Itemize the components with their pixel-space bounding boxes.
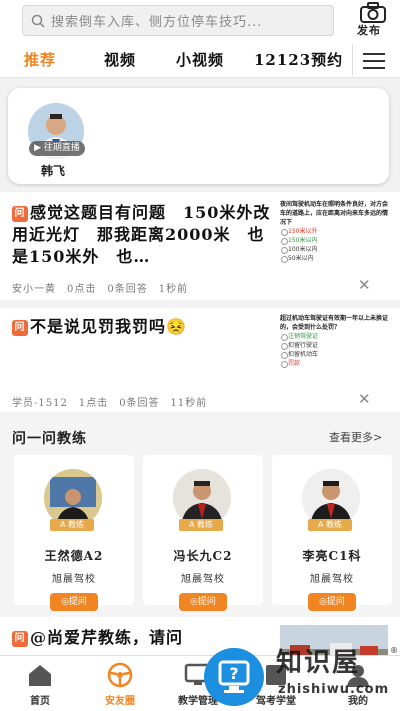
streamer-name: 韩飞	[41, 164, 66, 178]
coach-school: 旭晨驾校	[310, 574, 354, 585]
coach-name: 王然德A2	[44, 549, 104, 563]
see-more-link[interactable]: 查看更多>	[329, 429, 382, 445]
question-monitor-icon: ?	[205, 648, 263, 706]
ask-button[interactable]: ◎提问	[308, 593, 356, 611]
tab-12123-booking[interactable]: 12123预约	[254, 49, 343, 70]
coach-badge: A 教练	[308, 519, 352, 531]
publish-label: 发布	[357, 24, 381, 37]
coach-badge: A 教练	[179, 519, 223, 531]
ask-button[interactable]: ◎提问	[50, 593, 98, 611]
tab-recommend[interactable]: 推荐	[24, 49, 56, 70]
coach-school: 旭晨驾校	[52, 574, 96, 585]
post-meta: 安小一黄 0点击 0条回答 1秒前	[12, 284, 189, 295]
nav-anyou-circle[interactable]: 安友圈	[90, 656, 150, 711]
section-title: 问一问教练	[12, 431, 87, 447]
nav-home[interactable]: 首页	[10, 656, 70, 711]
search-icon	[31, 14, 45, 28]
search-input[interactable]: 搜索倒车入库、侧方位停车技巧...	[51, 11, 262, 30]
steering-wheel-icon	[107, 662, 133, 688]
tab-video[interactable]: 视频	[104, 49, 136, 70]
category-tabs: 推荐 视频 小视频 12123预约	[0, 42, 400, 78]
live-replay-tag: ▶ 往期直播	[29, 141, 85, 156]
post-thumbnail[interactable]: 夜间驾驶机动车在照明条件良好，对方会车的道路上，应在距离对向来车多远的情况下 1…	[280, 200, 388, 270]
ask-button[interactable]: ◎提问	[179, 593, 227, 611]
live-card[interactable]: ▶ 往期直播 韩飞	[8, 88, 389, 184]
post-meta: 学员-1512 1点击 0条回答 11秒前	[12, 398, 208, 409]
list-item[interactable]: 问感觉这题目有问题 150米外改用近光灯 那我距离2000米 也是150米外 也…	[0, 192, 400, 300]
top-bar: 搜索倒车入库、侧方位停车技巧... 发布	[0, 0, 400, 42]
tab-short-video[interactable]: 小视频	[176, 49, 224, 70]
ask-coach-section: 问一问教练 查看更多> A 教练 王然德A2 旭晨驾校 ◎提问 A 教练 冯长九…	[0, 420, 400, 617]
question-badge: 问	[12, 320, 28, 336]
home-icon	[29, 665, 51, 686]
tabs-menu-button[interactable]	[352, 44, 392, 76]
coach-name: 李亮C1科	[302, 549, 362, 563]
coach-badge: A 教练	[50, 519, 94, 531]
svg-text:?: ?	[229, 664, 238, 683]
coach-school: 旭晨驾校	[181, 574, 225, 585]
floating-ask-button[interactable]: ?	[204, 648, 264, 706]
question-badge: 问	[12, 206, 28, 222]
list-item[interactable]: 问不是说见罚我罚吗😣 超过机动车驾驶证有效期一年以上未换证的，会受到什么处罚？ …	[0, 308, 400, 412]
coach-card[interactable]: A 教练 李亮C1科 旭晨驾校 ◎提问	[272, 455, 392, 611]
coach-name: 冯长九C2	[173, 549, 233, 563]
coach-card[interactable]: A 教练 王然德A2 旭晨驾校 ◎提问	[14, 455, 134, 611]
post-title[interactable]: 问不是说见罚我罚吗😣	[12, 316, 272, 338]
watermark-logo: 知识屋 ® zhishiwu.com	[276, 646, 398, 697]
question-badge: 问	[12, 631, 28, 647]
publish-button[interactable]: 发布	[355, 0, 395, 40]
coach-card[interactable]: A 教练 冯长九C2 旭晨驾校 ◎提问	[143, 455, 263, 611]
camera-icon	[360, 2, 386, 23]
post-title[interactable]: 问 @尚爱芹教练，请问	[12, 627, 272, 649]
close-icon[interactable]: ✕	[358, 276, 371, 294]
post-title[interactable]: 问感觉这题目有问题 150米外改用近光灯 那我距离2000米 也是150米外 也…	[12, 202, 272, 268]
search-bar[interactable]: 搜索倒车入库、侧方位停车技巧...	[22, 5, 334, 36]
close-icon[interactable]: ✕	[358, 390, 371, 408]
post-thumbnail[interactable]: 超过机动车驾驶证有效期一年以上未换证的，会受到什么处罚？ 注销驾驶证 扣留行驶证…	[280, 314, 388, 384]
